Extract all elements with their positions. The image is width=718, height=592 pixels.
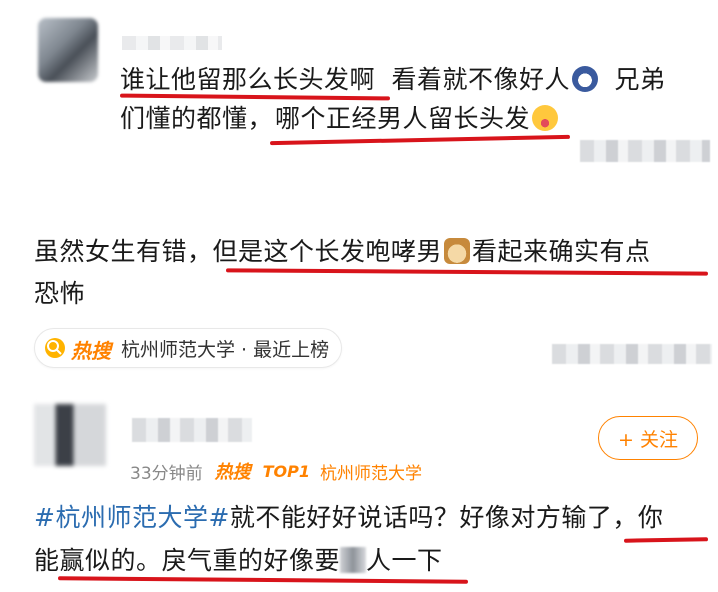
comment-2-text-c: 看起来确实有点 xyxy=(472,237,651,266)
blurred-region xyxy=(580,140,710,162)
username-blurred xyxy=(132,418,252,442)
comment-1-text-d: 们懂的都懂， xyxy=(120,104,274,133)
post-text-d: 人一下 xyxy=(366,546,443,575)
post-line-2: 能赢似的。戾气重的好像要 人一下 xyxy=(34,541,443,581)
comment-2-text-b: 但是这个长发咆哮男 xyxy=(212,237,443,266)
blurred-word xyxy=(340,547,367,573)
comment-1-text-b: 看着就不像好人 xyxy=(391,65,570,94)
hot-search-badge: 热搜 xyxy=(71,339,111,363)
avatar[interactable] xyxy=(34,404,106,466)
cat-emoji-icon xyxy=(444,238,471,264)
hot-search-chip[interactable]: 热搜 杭州师范大学 · 最近上榜 xyxy=(34,328,343,368)
comment-2-line-2: 恐怖 xyxy=(34,274,85,314)
hot-search-icon: 热搜 xyxy=(43,335,115,363)
post-text-c: 戾气重的好像要 xyxy=(161,546,341,575)
comment-1-text-c: 兄弟 xyxy=(614,65,666,94)
username-blurred xyxy=(122,36,222,50)
comment-2-text-d: 恐怖 xyxy=(34,279,86,308)
red-underline xyxy=(623,537,709,543)
follow-button[interactable]: + 关注 xyxy=(598,416,698,460)
hot-search-badge: 热搜 xyxy=(214,462,251,483)
post-time: 33分钟前 xyxy=(130,463,203,484)
post-line-1: #杭州师范大学#就不能好好说话吗？好像对方输了，你 xyxy=(34,498,663,538)
comment-2-line-1: 虽然女生有错，但是这个长发咆哮男 看起来确实有点 xyxy=(34,232,651,272)
post-text-b: 能赢似的。 xyxy=(34,546,162,575)
comment-2-text-a: 虽然女生有错， xyxy=(34,237,213,266)
post-meta: 33分钟前 热搜 TOP1 杭州师范大学 xyxy=(130,458,422,484)
hot-topic-link[interactable]: 杭州师范大学 xyxy=(320,459,422,484)
top-rank-badge: TOP1 xyxy=(262,461,311,481)
comment-1-text-e: 哪个正经男人留长头发 xyxy=(275,104,531,133)
comment-1-text-a: 谁让他留那么长头发啊 xyxy=(120,65,376,94)
hashtag-link[interactable]: #杭州师范大学# xyxy=(34,503,230,532)
comment-1-line-2: 们懂的都懂，哪个正经男人留长头发 xyxy=(120,99,560,139)
post-text-a: 就不能好好说话吗？好像对方输了，你 xyxy=(229,503,664,532)
avatar[interactable] xyxy=(38,18,98,82)
scared-emoji-icon xyxy=(571,66,598,92)
hot-search-label: 杭州师范大学 · 最近上榜 xyxy=(121,338,330,361)
tongue-emoji-icon xyxy=(532,105,559,131)
follow-button-label: + 关注 xyxy=(618,428,678,451)
blurred-region xyxy=(552,344,712,364)
